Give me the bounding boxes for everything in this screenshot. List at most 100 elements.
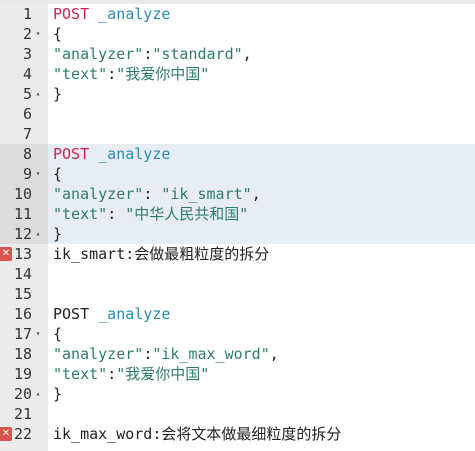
code-text[interactable]: "text":"我爱你中国"	[53, 364, 209, 384]
line-number: 14	[13, 265, 32, 283]
code-line[interactable]: 14	[0, 264, 475, 284]
gutter-cell: 2 ▾	[0, 24, 48, 44]
fold-open-icon[interactable]: ▾	[33, 164, 43, 184]
line-number: 10	[13, 185, 32, 203]
code-line[interactable]: 10 "analyzer": "ik_smart",	[0, 184, 475, 204]
error-marker-icon[interactable]: ✕	[0, 247, 12, 261]
gutter-cell: 7	[0, 124, 48, 144]
gutter-cell: 10	[0, 184, 48, 204]
code-line[interactable]: 6	[0, 104, 475, 124]
code-text[interactable]: "text":"我爱你中国"	[53, 64, 209, 84]
code-line[interactable]: 9 ▾ {	[0, 164, 475, 184]
gutter-cell: 1	[0, 4, 48, 24]
endpoint: _analyze	[89, 145, 171, 163]
code-line[interactable]: 12 ▴}	[0, 224, 475, 244]
code-text[interactable]: "analyzer": "ik_smart",	[53, 184, 261, 204]
plain-token: ik_max_word:会将文本做最细粒度的拆分	[53, 425, 342, 443]
line-number: 1	[22, 5, 32, 23]
plain-token: ,	[242, 45, 252, 63]
code-line[interactable]: 2 ▾ {	[0, 24, 475, 44]
code-text[interactable]: POST _analyze	[53, 304, 170, 324]
string-token: "ik_smart"	[161, 185, 252, 203]
code-text[interactable]: {	[53, 324, 62, 344]
code-text[interactable]: "analyzer":"ik_max_word",	[53, 344, 279, 364]
string-token: "analyzer"	[53, 185, 144, 203]
gutter-cell: 19	[0, 364, 48, 384]
code-text[interactable]: "analyzer":"standard",	[53, 44, 252, 64]
code-line[interactable]: 7	[0, 124, 475, 144]
gutter-cell: 20 ▴	[0, 384, 48, 404]
code-line[interactable]: 19 "text":"我爱你中国"	[0, 364, 475, 384]
plain-token: :	[143, 185, 162, 203]
code-text[interactable]: }	[53, 384, 62, 404]
fold-open-icon[interactable]: ▾	[33, 324, 43, 344]
line-number: 20	[13, 385, 32, 403]
string-token: "中华人民共和国"	[125, 205, 249, 223]
line-number: 16	[13, 305, 32, 323]
gutter-cell: 5 ▴	[0, 84, 48, 104]
plain-token: :	[143, 45, 153, 63]
line-number: 8	[22, 145, 32, 163]
plain-token: {	[53, 25, 63, 43]
code-line[interactable]: ✕ 13 ik_smart:会做最粗粒度的拆分	[0, 244, 475, 264]
line-number: 9	[22, 165, 32, 183]
fold-close-icon[interactable]: ▴	[33, 84, 43, 104]
error-marker-icon[interactable]: ✕	[0, 427, 12, 441]
gutter-cell: 9 ▾	[0, 164, 48, 184]
code-text[interactable]: ik_max_word:会将文本做最细粒度的拆分	[53, 424, 341, 444]
code-line[interactable]: 18 "analyzer":"ik_max_word",	[0, 344, 475, 364]
gutter-cell: 8	[0, 144, 48, 164]
code-line[interactable]: 17 ▾ {	[0, 324, 475, 344]
gutter-cell: 4	[0, 64, 48, 84]
plain-token: POST	[53, 305, 90, 323]
gutter-cell: ✕ 22	[0, 424, 48, 444]
line-number: 11	[13, 205, 32, 223]
string-token: "我爱你中国"	[116, 65, 210, 83]
line-number: 17	[13, 325, 32, 343]
code-text[interactable]: ik_smart:会做最粗粒度的拆分	[53, 244, 269, 264]
plain-token: }	[53, 85, 63, 103]
fold-open-icon[interactable]: ▾	[33, 24, 43, 44]
code-line[interactable]: 15	[0, 284, 475, 304]
line-number: 18	[13, 345, 32, 363]
plain-token: :	[107, 65, 117, 83]
plain-token: }	[53, 225, 63, 243]
code-line[interactable]: 20 ▴}	[0, 384, 475, 404]
fold-close-icon[interactable]: ▴	[33, 224, 43, 244]
code-text[interactable]: POST _analyze	[53, 144, 170, 164]
code-line[interactable]: 1 POST _analyze	[0, 4, 475, 24]
gutter-cell: 15	[0, 284, 48, 304]
code-line[interactable]: 8 POST _analyze	[0, 144, 475, 164]
line-number: 5	[22, 85, 32, 103]
gutter-cell: 6	[0, 104, 48, 124]
code-line[interactable]: 5 ▴}	[0, 84, 475, 104]
code-text[interactable]: {	[53, 164, 62, 184]
line-number: 12	[13, 225, 32, 243]
code-line[interactable]: 3 "analyzer":"standard",	[0, 44, 475, 64]
line-number: 21	[13, 405, 32, 423]
code-line[interactable]: ✕ 22 ik_max_word:会将文本做最细粒度的拆分	[0, 424, 475, 444]
code-text[interactable]: }	[53, 84, 62, 104]
plain-token: :	[143, 345, 153, 363]
fold-close-icon[interactable]: ▴	[33, 384, 43, 404]
code-text[interactable]: "text": "中华人民共和国"	[53, 204, 248, 224]
code-line[interactable]: 11 "text": "中华人民共和国"	[0, 204, 475, 224]
string-token: "analyzer"	[53, 345, 144, 363]
http-method: POST	[53, 145, 90, 163]
plain-token: ,	[269, 345, 279, 363]
http-method: POST	[53, 5, 90, 23]
line-number: 2	[22, 25, 32, 43]
code-lines[interactable]: 1 POST _analyze 2 ▾{3 "analyzer":"standard",…	[0, 4, 475, 444]
gutter-cell: 16	[0, 304, 48, 324]
code-line[interactable]: 4 "text":"我爱你中国"	[0, 64, 475, 84]
plain-token: {	[53, 325, 63, 343]
code-editor[interactable]: 1 POST _analyze 2 ▾{3 "analyzer":"standard",…	[0, 0, 475, 451]
gutter-cell: 18	[0, 344, 48, 364]
code-text[interactable]: {	[53, 24, 62, 44]
code-text[interactable]: }	[53, 224, 62, 244]
gutter-cell: 14	[0, 264, 48, 284]
code-line[interactable]: 16 POST _analyze	[0, 304, 475, 324]
code-text[interactable]: POST _analyze	[53, 4, 170, 24]
code-line[interactable]: 21	[0, 404, 475, 424]
line-number: 6	[22, 105, 32, 123]
